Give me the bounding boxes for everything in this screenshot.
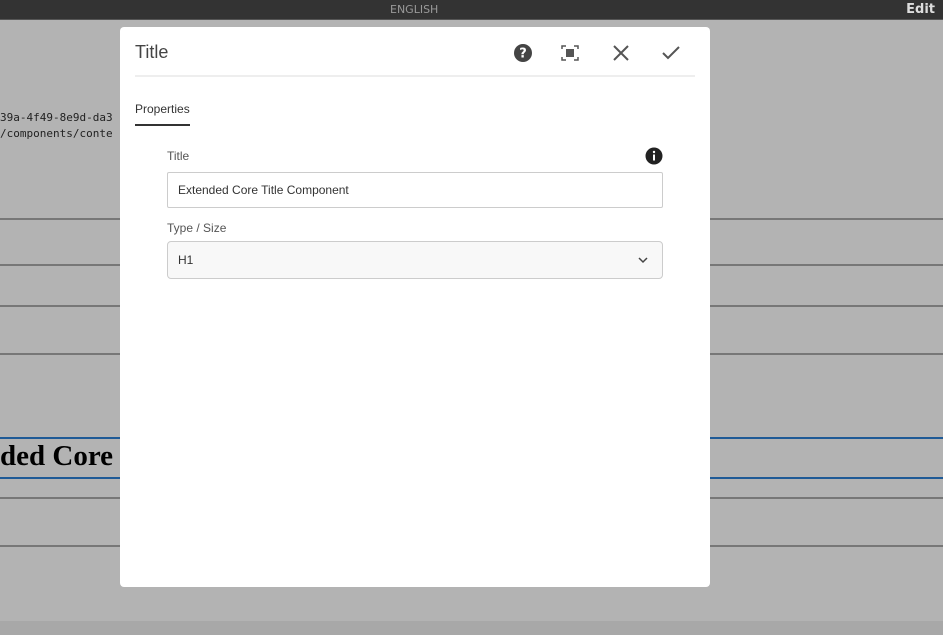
- type-size-select[interactable]: H1: [167, 241, 663, 279]
- svg-text:?: ?: [519, 47, 527, 62]
- page-heading-text: ded Core: [0, 440, 114, 472]
- title-field-label: Title: [167, 149, 190, 163]
- type-size-label: Type / Size: [167, 221, 227, 235]
- page-heading: ded Core: [0, 440, 130, 473]
- dialog-title: Title: [135, 42, 169, 62]
- info-icon[interactable]: [645, 147, 663, 169]
- check-icon[interactable]: [659, 41, 683, 65]
- title-input[interactable]: Extended Core Title Component: [167, 172, 663, 208]
- bottom-bar: [0, 621, 943, 635]
- component-id-text: 39a-4f49-8e9d-da3: [0, 111, 113, 124]
- close-icon[interactable]: [609, 41, 633, 65]
- top-bar: ENGLISH Edit: [0, 0, 943, 20]
- help-icon[interactable]: ?: [511, 41, 535, 65]
- header-divider: [135, 75, 695, 77]
- tab-properties[interactable]: Properties: [135, 102, 190, 126]
- title-dialog: Title ? Properties Title Extended Core T…: [120, 27, 710, 587]
- title-input-value: Extended Core Title Component: [178, 183, 349, 197]
- component-path-text: /components/conte: [0, 127, 113, 140]
- language-label[interactable]: ENGLISH: [390, 3, 438, 16]
- chevron-down-icon: [638, 257, 648, 264]
- edit-mode-label[interactable]: Edit: [906, 2, 935, 17]
- type-size-value: H1: [178, 253, 194, 267]
- fullscreen-icon[interactable]: [558, 41, 582, 65]
